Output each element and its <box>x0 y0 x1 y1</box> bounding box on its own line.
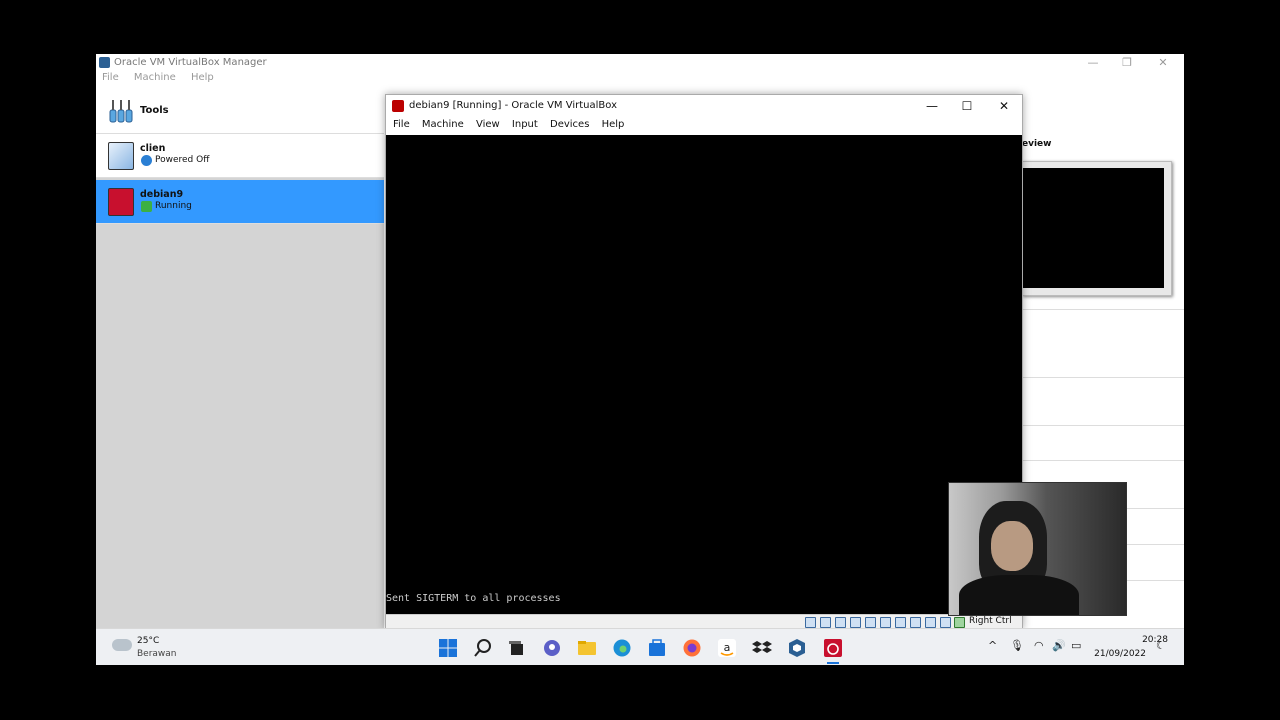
vm-state: Running <box>155 201 192 211</box>
menu-machine[interactable]: Machine <box>134 72 176 83</box>
menu-view[interactable]: View <box>476 119 500 130</box>
running-arrow-icon <box>141 201 152 212</box>
divider <box>1022 460 1184 461</box>
powered-off-icon <box>141 155 152 166</box>
divider <box>1022 377 1184 378</box>
network-icon[interactable] <box>850 617 861 628</box>
svg-text:a: a <box>724 641 731 654</box>
menu-file[interactable]: File <box>102 72 119 83</box>
vm-name: debian9 <box>140 189 184 200</box>
menu-devices[interactable]: Devices <box>550 119 589 130</box>
battery-icon[interactable]: ▭ <box>1071 639 1081 652</box>
search-icon[interactable] <box>473 638 493 658</box>
tools-label: Tools <box>140 105 169 116</box>
firefox-icon[interactable] <box>682 638 702 658</box>
wifi-icon[interactable]: ◠ <box>1034 639 1044 652</box>
weather-temperature[interactable]: 25°C <box>137 636 159 646</box>
active-window-indicator <box>827 662 839 664</box>
virtualbox-vm-icon <box>392 100 404 112</box>
dropbox-icon[interactable] <box>752 638 772 658</box>
vm-list-pane: Tools clien Powered Off debian9 Running <box>96 90 384 628</box>
vm-item-debian9[interactable]: debian9 Running <box>96 180 384 224</box>
vm-console-screen[interactable]: Sent SIGTERM to all processes <box>386 135 1022 614</box>
virtualbox-icon <box>99 57 110 68</box>
menu-file[interactable]: File <box>393 119 410 130</box>
manager-menu-bar: File Machine Help <box>96 72 220 88</box>
divider <box>1022 309 1184 310</box>
minimize-icon[interactable]: — <box>914 95 950 117</box>
tools-icon <box>109 100 133 123</box>
menu-input[interactable]: Input <box>512 119 538 130</box>
preview-label: eview <box>1022 139 1052 149</box>
weather-description[interactable]: Berawan <box>137 649 177 659</box>
debian-vm-taskbar-icon[interactable] <box>823 638 843 658</box>
desktop-screen: Oracle VM VirtualBox Manager — ❐ ✕ File … <box>96 54 1184 665</box>
menu-machine[interactable]: Machine <box>422 119 464 130</box>
close-icon[interactable]: ✕ <box>986 95 1022 117</box>
keyboard-capture-icon[interactable] <box>954 617 965 628</box>
vm-status-bar: Right Ctrl <box>386 614 1022 629</box>
microphone-icon[interactable]: 🎙 <box>1010 639 1024 652</box>
vm-state: Powered Off <box>155 155 210 165</box>
manager-title: Oracle VM VirtualBox Manager <box>114 57 267 68</box>
webcam-overlay <box>948 482 1127 616</box>
windows7-os-icon <box>108 142 134 170</box>
console-output: Sent SIGTERM to all processes <box>386 593 561 604</box>
vm-menu-bar: File Machine View Input Devices Help <box>386 119 626 135</box>
shared-folders-icon[interactable] <box>880 617 891 628</box>
vm-item-clien[interactable]: clien Powered Off <box>96 134 384 178</box>
maximize-icon[interactable]: ☐ <box>949 95 985 117</box>
audio-icon[interactable] <box>835 617 846 628</box>
file-explorer-icon[interactable] <box>577 638 597 658</box>
divider <box>1022 425 1184 426</box>
chevron-up-icon[interactable]: ^ <box>988 639 997 652</box>
taskbar: 25°C Berawan a ^ 🎙 ◠ 🔊 ▭ 20:28 21/09/202… <box>96 628 1184 665</box>
tools-item[interactable]: Tools <box>96 90 384 134</box>
clock-date[interactable]: 21/09/2022 <box>1092 649 1146 659</box>
edge-browser-icon[interactable] <box>612 638 632 658</box>
display-icon[interactable] <box>895 617 906 628</box>
menu-help[interactable]: Help <box>191 72 214 83</box>
speaker-icon[interactable]: 🔊 <box>1052 639 1066 652</box>
vm-window: debian9 [Running] - Oracle VM VirtualBox… <box>385 94 1023 629</box>
virtualbox-taskbar-icon[interactable] <box>787 638 807 658</box>
hard-disk-icon[interactable] <box>805 617 816 628</box>
host-key-label: Right Ctrl <box>969 616 1012 626</box>
optical-drive-icon[interactable] <box>820 617 831 628</box>
mouse-integration-icon[interactable] <box>940 617 951 628</box>
chat-icon[interactable] <box>542 638 562 658</box>
vm-window-title: debian9 [Running] - Oracle VM VirtualBox <box>409 100 618 111</box>
vm-name: clien <box>140 143 166 154</box>
minimize-icon[interactable]: — <box>1078 54 1108 72</box>
amazon-icon[interactable]: a <box>717 638 737 658</box>
close-icon[interactable]: ✕ <box>1148 54 1178 72</box>
manager-title-bar[interactable]: Oracle VM VirtualBox Manager <box>96 54 1184 72</box>
cloud-icon[interactable] <box>112 639 132 651</box>
debian-os-icon <box>108 188 134 216</box>
task-view-icon[interactable] <box>507 638 527 658</box>
windows-start-icon[interactable] <box>438 638 458 658</box>
preview-screen <box>1023 168 1164 288</box>
webcam-person-body <box>959 575 1079 615</box>
store-icon[interactable] <box>647 638 667 658</box>
recording-icon[interactable] <box>910 617 921 628</box>
usb-icon[interactable] <box>865 617 876 628</box>
notifications-icon[interactable]: ☾ <box>1156 639 1166 652</box>
webcam-person-face <box>991 521 1033 571</box>
vt-x-icon[interactable] <box>925 617 936 628</box>
menu-help[interactable]: Help <box>602 119 625 130</box>
preview-thumbnail <box>1022 161 1172 296</box>
restore-icon[interactable]: ❐ <box>1112 54 1142 72</box>
